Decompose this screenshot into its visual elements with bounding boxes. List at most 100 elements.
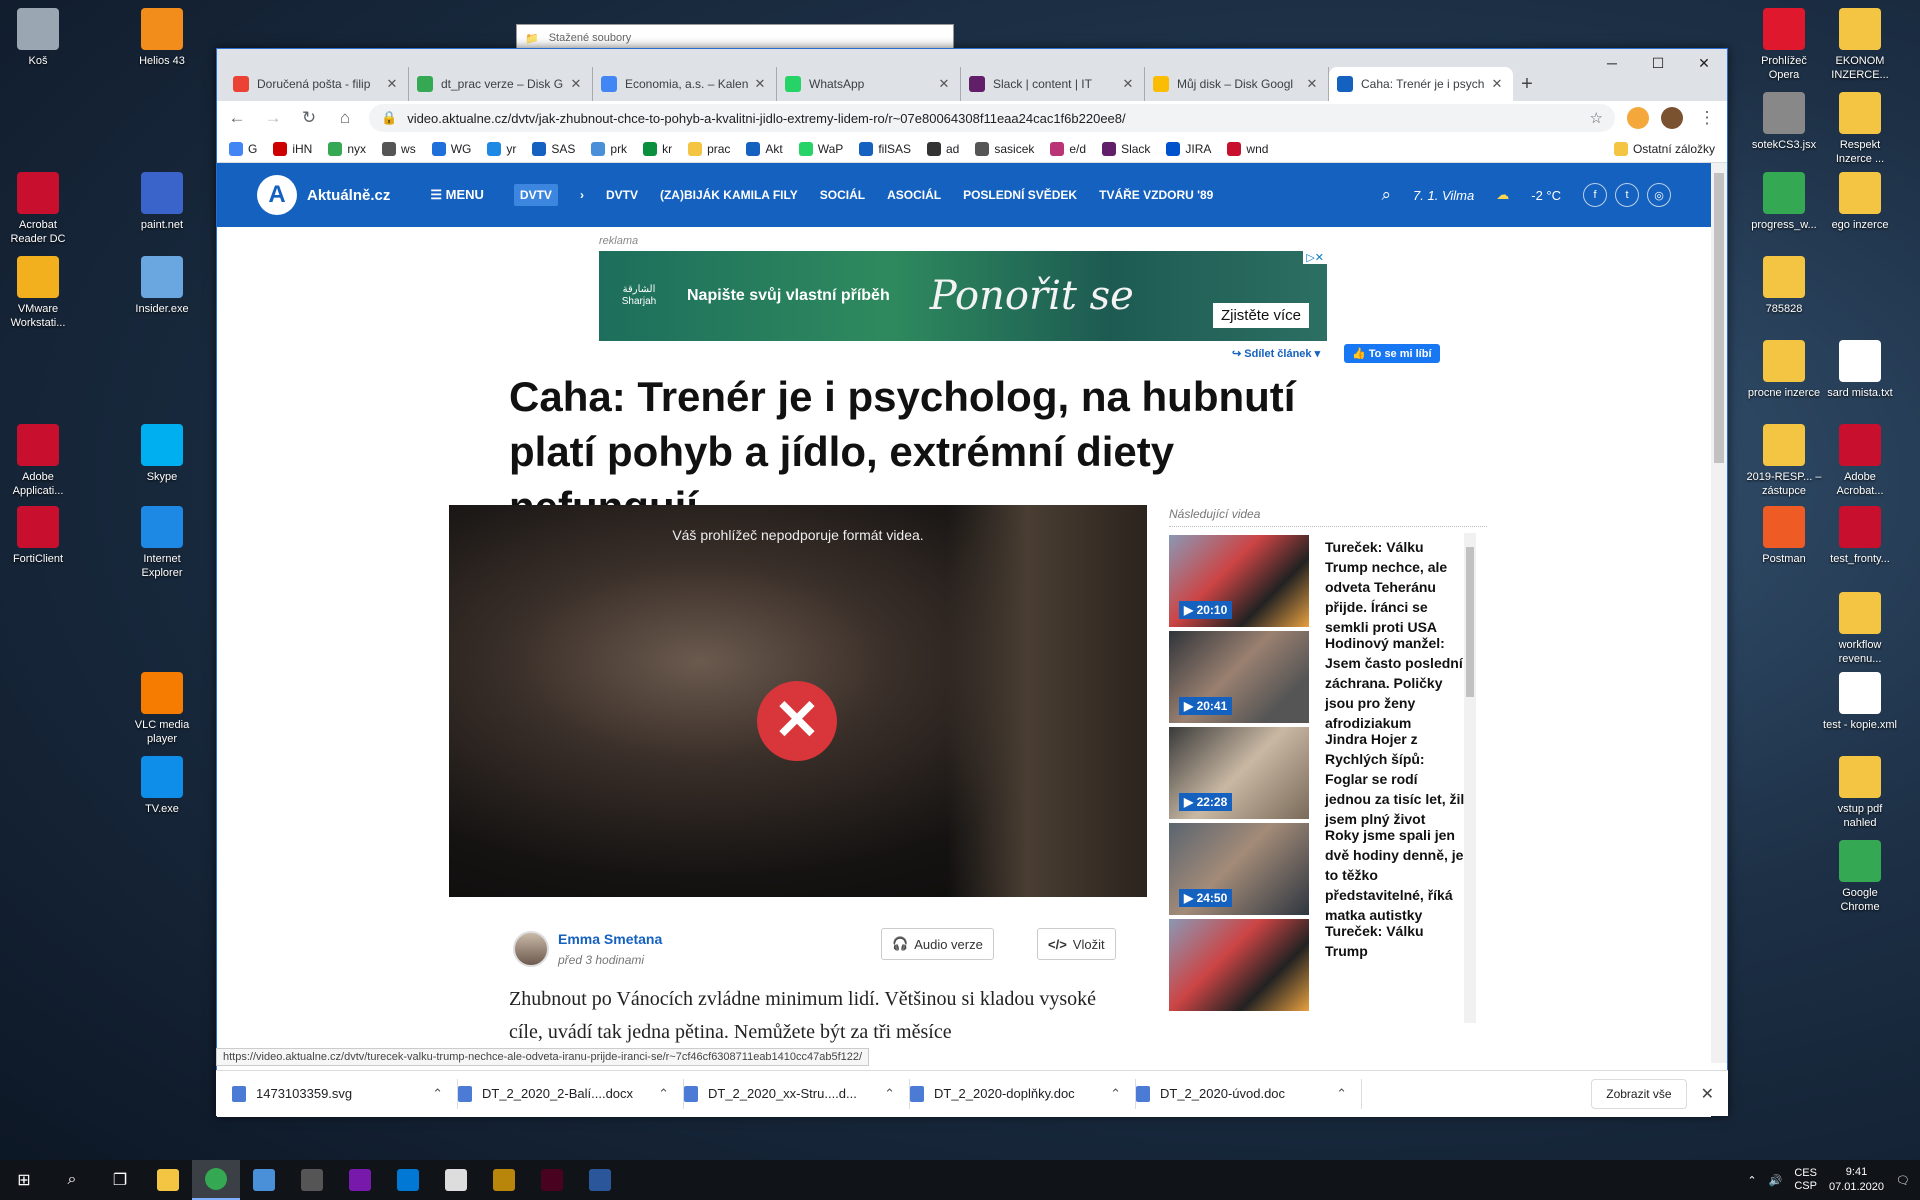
bookmark-item[interactable]: kr — [643, 141, 672, 156]
desktop-icon[interactable]: Google Chrome — [1822, 840, 1898, 914]
file-explorer-icon[interactable] — [144, 1160, 192, 1200]
facebook-icon[interactable]: f — [1583, 183, 1607, 207]
task-view-icon[interactable]: ❐ — [96, 1160, 144, 1200]
video-title[interactable]: Jindra Hojer z Rychlých šípů: Foglar se … — [1325, 729, 1465, 829]
bookmark-item[interactable]: G — [229, 141, 257, 156]
chevron-up-icon[interactable]: ⌃ — [1110, 1086, 1121, 1102]
tab-close-icon[interactable]: ✕ — [384, 76, 400, 92]
browser-tab[interactable]: Doručená pošta - filip ✕ — [225, 67, 409, 101]
bookmark-item[interactable]: Akt — [746, 141, 783, 156]
browser-tab[interactable]: WhatsApp ✕ — [777, 67, 961, 101]
video-title[interactable]: Roky jsme spali jen dvě hodiny denně, je… — [1325, 825, 1465, 925]
close-downloads-icon[interactable]: ✕ — [1701, 1084, 1714, 1104]
browser-tab[interactable]: Můj disk – Disk Googl ✕ — [1145, 67, 1329, 101]
chevron-up-icon[interactable]: ⌃ — [1336, 1086, 1347, 1102]
minimize-icon[interactable]: ─ — [1589, 49, 1635, 77]
calculator-icon[interactable] — [288, 1160, 336, 1200]
desktop-icon[interactable]: sard mista.txt — [1822, 340, 1898, 400]
bookmark-item[interactable]: JIRA — [1166, 141, 1211, 156]
site-nav-link[interactable]: ASOCIÁL — [887, 188, 941, 202]
desktop-icon[interactable]: workflow revenu... — [1822, 592, 1898, 666]
tab-close-icon[interactable]: ✕ — [568, 76, 584, 92]
page-scrollbar[interactable] — [1711, 163, 1727, 1063]
related-video-item[interactable]: ▶ 20:10 Tureček: Válku Trump nechce, ale … — [1169, 535, 1469, 635]
chevron-up-icon[interactable]: ⌃ — [884, 1086, 895, 1102]
author-name[interactable]: Emma Smetana — [558, 931, 662, 947]
share-article-button[interactable]: ↪ Sdílet článek ▾ — [1232, 347, 1320, 360]
site-nav-link[interactable]: DVTV — [606, 188, 638, 202]
onenote-icon[interactable] — [336, 1160, 384, 1200]
desktop-icon[interactable]: Respekt Inzerce ... — [1822, 92, 1898, 166]
home-icon[interactable]: ⌂ — [333, 108, 357, 128]
desktop-icon[interactable]: Internet Explorer — [124, 506, 200, 580]
tab-close-icon[interactable]: ✕ — [936, 76, 952, 92]
related-video-item[interactable]: ▶ 24:50 Roky jsme spali jen dvě hodiny de… — [1169, 823, 1469, 923]
tab-close-icon[interactable]: ✕ — [1120, 76, 1136, 92]
desktop-icon[interactable]: paint.net — [124, 172, 200, 232]
desktop-icon[interactable]: Skype — [124, 424, 200, 484]
desktop-icon[interactable]: ego inzerce — [1822, 172, 1898, 232]
desktop-icon[interactable]: TV.exe — [124, 756, 200, 816]
notepad-icon[interactable] — [432, 1160, 480, 1200]
related-video-item[interactable]: ▶ 20:41 Hodinový manžel: Jsem často posle… — [1169, 631, 1469, 731]
download-item[interactable]: 1473103359.svg ⌃ — [232, 1078, 458, 1109]
video-thumbnail[interactable] — [1169, 919, 1309, 1011]
tab-close-icon[interactable]: ✕ — [752, 76, 768, 92]
bookmark-item[interactable]: ws — [382, 141, 416, 156]
bookmark-item[interactable]: e/d — [1050, 141, 1086, 156]
desktop-icon[interactable]: sotekCS3.jsx — [1746, 92, 1822, 152]
clock[interactable]: 9:41 07.01.2020 — [1829, 1165, 1884, 1195]
virtualbox-icon[interactable] — [240, 1160, 288, 1200]
vscode-icon[interactable] — [384, 1160, 432, 1200]
bookmark-item[interactable]: filSAS — [859, 141, 911, 156]
download-item[interactable]: DT_2_2020-doplňky.doc ⌃ — [910, 1078, 1136, 1109]
site-nav-link[interactable]: TVÁŘE VZDORU '89 — [1099, 188, 1213, 202]
video-thumbnail[interactable]: ▶ 20:41 — [1169, 631, 1309, 723]
bookmark-item[interactable]: ad — [927, 141, 959, 156]
video-title[interactable]: Tureček: Válku Trump — [1325, 921, 1465, 961]
back-icon[interactable]: ← — [225, 108, 249, 128]
site-nav-link[interactable]: POSLEDNÍ SVĚDEK — [963, 188, 1077, 202]
sidebar-scrollbar[interactable] — [1464, 533, 1476, 1023]
word-icon[interactable] — [576, 1160, 624, 1200]
indesign-icon[interactable] — [528, 1160, 576, 1200]
desktop-icon[interactable]: FortiClient — [0, 506, 76, 566]
bookmark-item[interactable]: nyx — [328, 141, 366, 156]
bookmark-item[interactable]: wnd — [1227, 141, 1268, 156]
site-nav-link[interactable]: SOCIÁL — [820, 188, 865, 202]
site-nav-link[interactable]: (ZA)BIJÁK KAMILA FILY — [660, 188, 798, 202]
desktop-icon[interactable]: EKONOM INZERCE... — [1822, 8, 1898, 82]
maximize-icon[interactable]: ☐ — [1635, 49, 1681, 77]
download-item[interactable]: DT_2_2020-úvod.doc ⌃ — [1136, 1078, 1362, 1109]
chevron-up-icon[interactable]: ⌃ — [658, 1086, 669, 1102]
tray-chevron-icon[interactable]: ⌃ — [1747, 1174, 1756, 1187]
related-video-item[interactable]: Tureček: Válku Trump — [1169, 919, 1469, 1015]
profile-avatar[interactable] — [1661, 107, 1683, 129]
related-video-item[interactable]: ▶ 22:28 Jindra Hojer z Rychlých šípů: Fog… — [1169, 727, 1469, 827]
desktop-icon[interactable]: vstup pdf nahled — [1822, 756, 1898, 830]
browser-tab[interactable]: dt_prac verze – Disk G ✕ — [409, 67, 593, 101]
video-thumbnail[interactable]: ▶ 22:28 — [1169, 727, 1309, 819]
site-nav-link[interactable]: DVTV — [513, 184, 558, 206]
bookmark-item[interactable]: WG — [431, 141, 471, 156]
site-logo[interactable]: A Aktuálně.cz — [257, 175, 390, 215]
download-item[interactable]: DT_2_2020_2-Balí....docx ⌃ — [458, 1078, 684, 1109]
bookmark-item[interactable]: yr — [487, 141, 516, 156]
close-icon[interactable]: ✕ — [1681, 49, 1727, 77]
forward-icon[interactable]: → — [261, 108, 285, 128]
download-item[interactable]: DT_2_2020_xx-Stru....d... ⌃ — [684, 1078, 910, 1109]
video-thumbnail[interactable]: ▶ 20:10 — [1169, 535, 1309, 627]
tab-close-icon[interactable]: ✕ — [1304, 76, 1320, 92]
bookmark-item[interactable]: Slack — [1102, 141, 1150, 156]
desktop-icon[interactable]: test - kopie.xml — [1822, 672, 1898, 732]
desktop-icon[interactable]: Adobe Acrobat... — [1822, 424, 1898, 498]
video-title[interactable]: Tureček: Válku Trump nechce, ale odveta … — [1325, 537, 1465, 637]
embed-button[interactable]: </> Vložit — [1037, 928, 1116, 960]
bookmark-item[interactable]: iHN — [273, 141, 312, 156]
tab-close-icon[interactable]: ✕ — [1489, 76, 1505, 92]
desktop-icon[interactable]: 2019-RESP... – zástupce — [1746, 424, 1822, 498]
chrome-taskbar-icon[interactable] — [192, 1160, 240, 1200]
banner-ad[interactable]: الشارقة Sharjah Napište svůj vlastní pří… — [599, 251, 1327, 341]
menu-button[interactable]: ☰ MENU — [430, 187, 484, 203]
bookmark-item[interactable]: prac — [688, 141, 730, 156]
